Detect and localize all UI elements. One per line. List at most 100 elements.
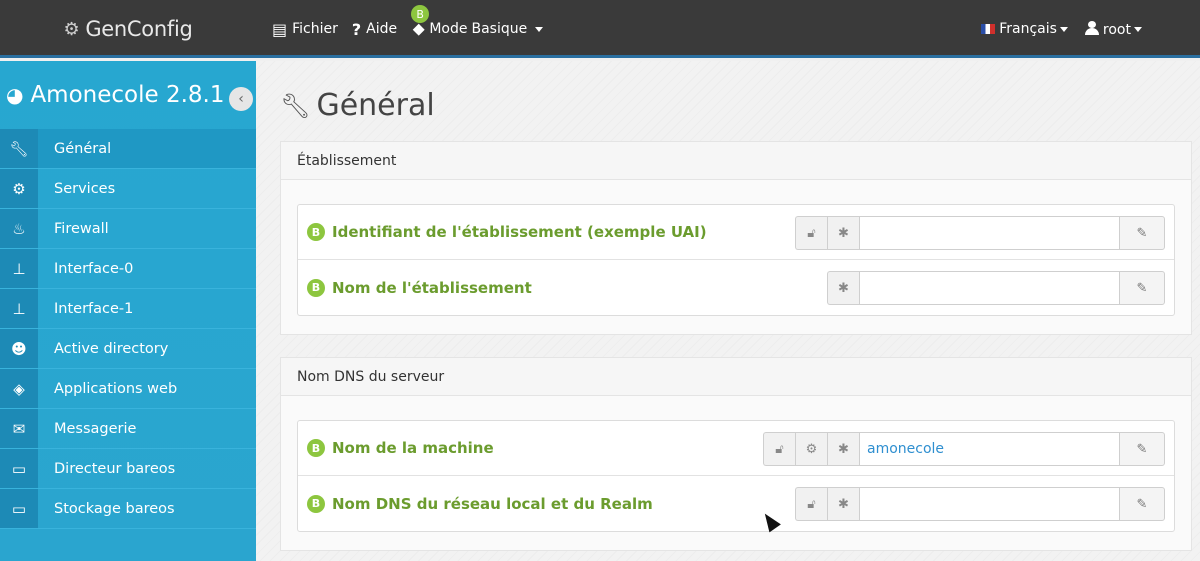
- sidebar-item-label: Firewall: [54, 220, 109, 237]
- edit-button[interactable]: ✎: [1119, 216, 1165, 250]
- field-control: 🔓︎ ✱ ✎: [795, 487, 1165, 521]
- basic-mode-badge: B: [307, 278, 325, 297]
- field-row-nom-etablissement: B Nom de l'établissement ✱ ✎: [298, 260, 1174, 315]
- menu-fichier-label: Fichier: [292, 21, 338, 37]
- sidebar-title: ◕ Amonecole 2.8.1 ‹: [0, 61, 256, 129]
- sidebar-item-messagerie[interactable]: ✉ Messagerie: [0, 409, 256, 449]
- file-icon: ▤: [272, 19, 288, 39]
- field-label: Nom de la machine: [332, 439, 494, 457]
- field-row-nom-dns: B Nom DNS du réseau local et du Realm 🔓︎…: [298, 476, 1174, 531]
- asterisk-icon: ✱: [827, 216, 859, 250]
- sidebar-item-label: Interface-1: [54, 300, 134, 317]
- user-label: root: [1102, 21, 1131, 38]
- identifiant-input[interactable]: [859, 216, 1119, 250]
- sidebar-item-label: Stockage bareos: [54, 500, 175, 517]
- section-nom-dns: Nom DNS du serveur B Nom de la machine 🔓…: [280, 357, 1192, 551]
- section-heading: Nom DNS du serveur: [281, 358, 1191, 396]
- sidebar-item-interface-0[interactable]: ⊥ Interface-0: [0, 249, 256, 289]
- nom-machine-input[interactable]: [859, 432, 1119, 466]
- field-group: B Identifiant de l'établissement (exempl…: [297, 204, 1175, 316]
- asterisk-icon: ✱: [827, 487, 859, 521]
- sidebar-item-general[interactable]: 🔧︎ Général: [0, 129, 256, 169]
- menu-aide-label: Aide: [366, 21, 398, 37]
- chevron-down-icon: [1134, 27, 1142, 32]
- users-icon: ☻: [0, 329, 38, 368]
- mode-dropdown[interactable]: B ⬥ Mode Basique: [411, 5, 544, 39]
- chevron-down-icon: [535, 26, 544, 32]
- sitemap-icon: ⊥: [0, 289, 38, 328]
- nom-etablissement-input[interactable]: [859, 271, 1119, 305]
- fire-icon: ♨: [0, 209, 38, 248]
- field-label: Nom DNS du réseau local et du Realm: [332, 494, 653, 513]
- user-icon: [1084, 20, 1100, 35]
- unlock-icon[interactable]: 🔓︎: [763, 432, 795, 466]
- dashboard-icon: ◕: [6, 83, 24, 107]
- mode-value: Basique: [471, 21, 528, 37]
- top-right-menu: Français root: [981, 0, 1142, 58]
- edit-button[interactable]: ✎: [1119, 271, 1165, 305]
- sidebar-item-active-directory[interactable]: ☻ Active directory: [0, 329, 256, 369]
- html5-icon: ◈: [0, 369, 38, 408]
- asterisk-icon: ✱: [827, 271, 859, 305]
- page-title-text: Général: [316, 88, 435, 123]
- edit-button[interactable]: ✎: [1119, 487, 1165, 521]
- field-control: 🔓︎ ✱ ✎: [795, 216, 1165, 250]
- basic-mode-badge: B: [307, 494, 325, 513]
- archive-icon: ▭: [0, 489, 38, 528]
- sidebar-item-services[interactable]: ⚙ Services: [0, 169, 256, 209]
- mode-badge: B: [411, 5, 430, 23]
- basic-mode-badge: B: [307, 439, 325, 457]
- language-label: Français: [999, 21, 1057, 37]
- mode-prefix: Mode: [429, 21, 468, 37]
- section-heading: Établissement: [281, 142, 1191, 180]
- sidebar-item-interface-1[interactable]: ⊥ Interface-1: [0, 289, 256, 329]
- language-dropdown[interactable]: Français: [981, 21, 1068, 37]
- user-dropdown[interactable]: root: [1084, 20, 1142, 38]
- sidebar-item-label: Services: [54, 180, 116, 197]
- chevron-down-icon: [1059, 26, 1068, 32]
- brand-name: GenConfig: [85, 17, 193, 41]
- field-row-identifiant: B Identifiant de l'établissement (exempl…: [298, 205, 1174, 260]
- field-label: Nom de l'établissement: [332, 278, 532, 297]
- sidebar: ◕ Amonecole 2.8.1 ‹ 🔧︎ Général ⚙ Service…: [0, 61, 256, 561]
- main-content: 🔧︎ Général Établissement B Identifiant d…: [256, 61, 1200, 561]
- sidebar-item-label: Directeur bareos: [54, 460, 176, 477]
- asterisk-icon: ✱: [827, 432, 859, 466]
- section-etablissement: Établissement B Identifiant de l'établis…: [280, 141, 1192, 335]
- unlock-icon[interactable]: 🔓︎: [795, 216, 827, 250]
- top-navbar: ⚙ GenConfig ▤ Fichier ? Aide B ⬥ Mode Ba…: [0, 0, 1200, 58]
- field-row-nom-machine: B Nom de la machine 🔓︎ ⚙ ✱ ✎: [298, 421, 1174, 476]
- brand-logo[interactable]: ⚙ GenConfig: [0, 0, 256, 58]
- sidebar-item-applications-web[interactable]: ◈ Applications web: [0, 369, 256, 409]
- sidebar-item-stockage-bareos[interactable]: ▭ Stockage bareos: [0, 489, 256, 529]
- gears-icon[interactable]: ⚙: [795, 432, 827, 466]
- sitemap-icon: ⊥: [0, 249, 38, 288]
- field-label: Identifiant de l'établissement (exemple …: [332, 223, 707, 241]
- gears-icon: ⚙: [63, 18, 80, 40]
- collapse-sidebar-button[interactable]: ‹: [229, 87, 253, 111]
- wrench-icon: 🔧︎: [280, 91, 311, 120]
- menu-aide[interactable]: ? Aide: [352, 20, 397, 39]
- flag-icon: [981, 24, 996, 34]
- gears-icon: ⚙: [0, 169, 38, 208]
- menu-fichier[interactable]: ▤ Fichier: [272, 20, 338, 39]
- sidebar-item-directeur-bareos[interactable]: ▭ Directeur bareos: [0, 449, 256, 489]
- envelope-icon: ✉: [0, 409, 38, 448]
- sidebar-item-firewall[interactable]: ♨ Firewall: [0, 209, 256, 249]
- sidebar-item-label: Active directory: [54, 340, 169, 357]
- sidebar-item-label: Applications web: [54, 380, 178, 397]
- sidebar-title-text: Amonecole 2.8.1: [30, 82, 225, 108]
- archive-icon: ▭: [0, 449, 38, 488]
- sidebar-item-label: Messagerie: [54, 420, 137, 437]
- field-control: ✱ ✎: [827, 271, 1165, 305]
- field-group: B Nom de la machine 🔓︎ ⚙ ✱ ✎ B Nom DNS d…: [297, 420, 1175, 532]
- edit-button[interactable]: ✎: [1119, 432, 1165, 466]
- nom-dns-input[interactable]: [859, 487, 1119, 521]
- basic-mode-badge: B: [307, 223, 325, 241]
- unlock-icon[interactable]: 🔓︎: [795, 487, 827, 521]
- sidebar-menu: 🔧︎ Général ⚙ Services ♨ Firewall ⊥ Inter…: [0, 129, 256, 529]
- top-menu: ▤ Fichier ? Aide B ⬥ Mode Basique: [272, 0, 544, 58]
- sidebar-item-label: Général: [54, 140, 112, 157]
- field-control: 🔓︎ ⚙ ✱ ✎: [763, 432, 1165, 466]
- question-icon: ?: [351, 19, 362, 39]
